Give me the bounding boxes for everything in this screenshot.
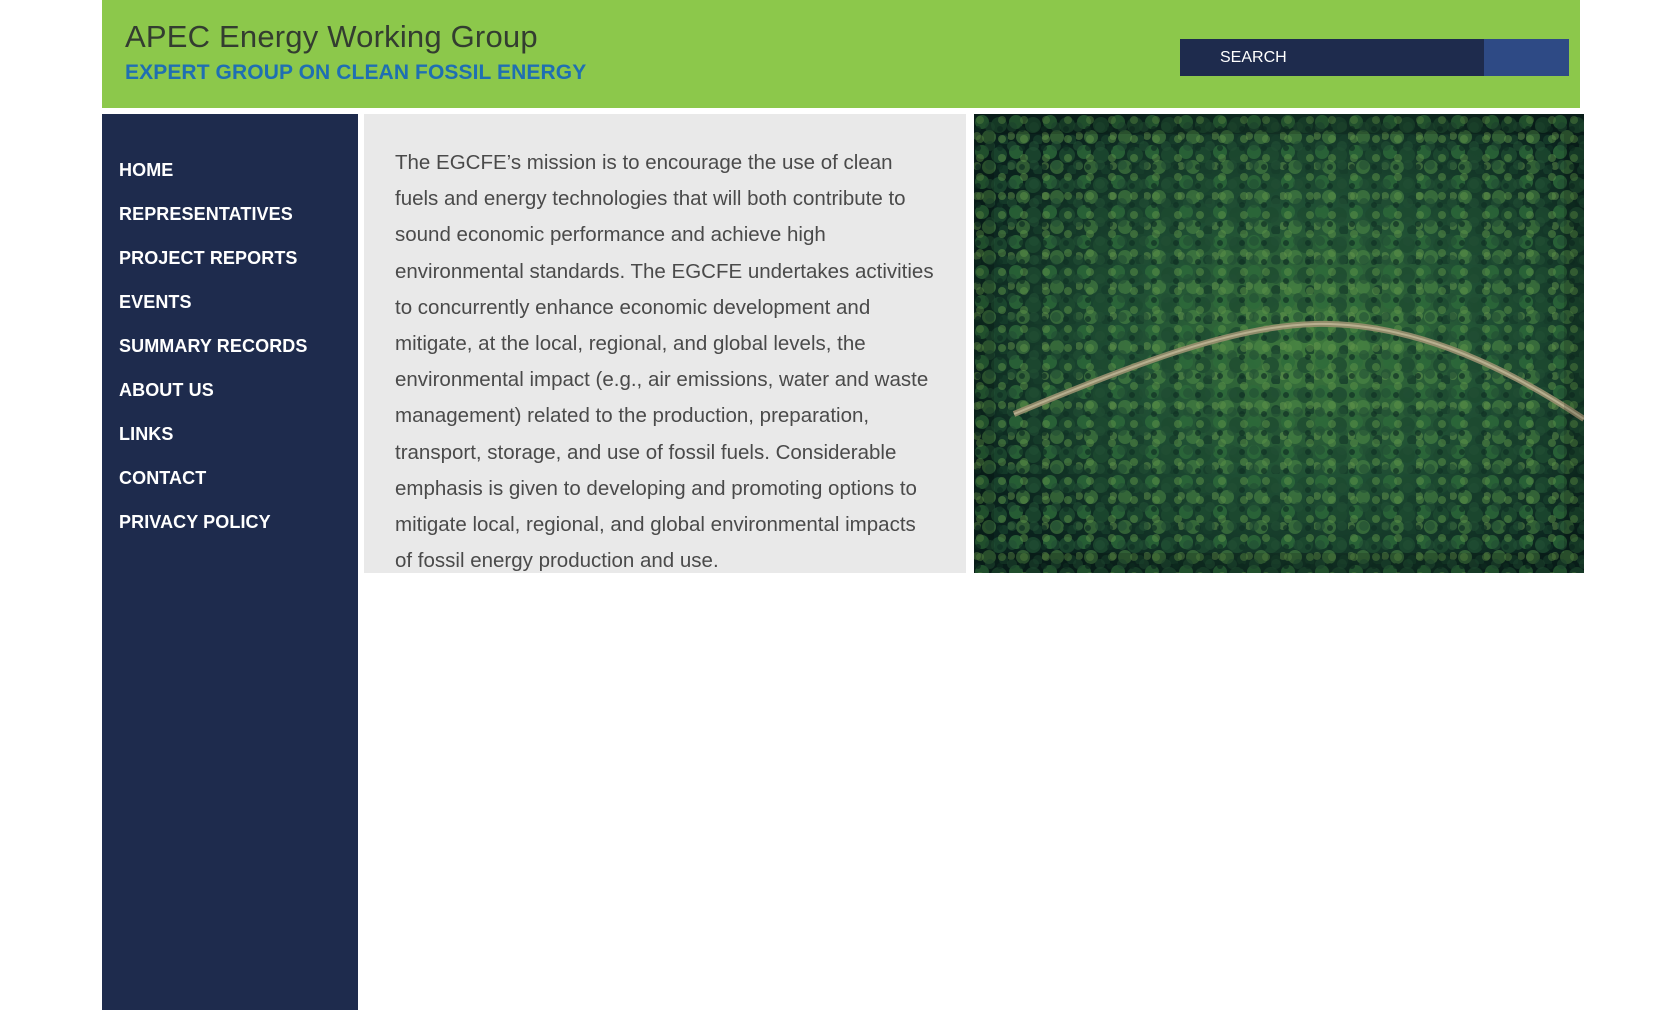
site-subtitle: EXPERT GROUP ON CLEAN FOSSIL ENERGY [125,61,587,84]
sidebar-item-links[interactable]: LINKS [102,412,358,456]
sidebar-item-contact[interactable]: CONTACT [102,456,358,500]
forest-road-image [974,114,1584,573]
sidebar-item-project-reports[interactable]: PROJECT REPORTS [102,236,358,280]
mission-statement-box: The EGCFE’s mission is to encourage the … [364,114,966,573]
sidebar-item-privacy-policy[interactable]: PRIVACY POLICY [102,500,358,544]
sidebar-item-about-us[interactable]: ABOUT US [102,368,358,412]
search-button[interactable] [1484,39,1569,76]
search-form [1180,39,1569,76]
page: APEC Energy Working Group EXPERT GROUP O… [102,0,1584,1010]
site-header: APEC Energy Working Group EXPERT GROUP O… [102,0,1580,108]
mission-statement-text: The EGCFE’s mission is to encourage the … [395,151,934,573]
sidebar-item-representatives[interactable]: REPRESENTATIVES [102,192,358,236]
sidebar-item-events[interactable]: EVENTS [102,280,358,324]
sidebar-item-summary-records[interactable]: SUMMARY RECORDS [102,324,358,368]
sidebar-nav: HOME REPRESENTATIVES PROJECT REPORTS EVE… [102,114,358,1010]
site-title[interactable]: APEC Energy Working Group [125,19,538,55]
sidebar-item-home[interactable]: HOME [102,148,358,192]
search-input[interactable] [1180,39,1484,76]
